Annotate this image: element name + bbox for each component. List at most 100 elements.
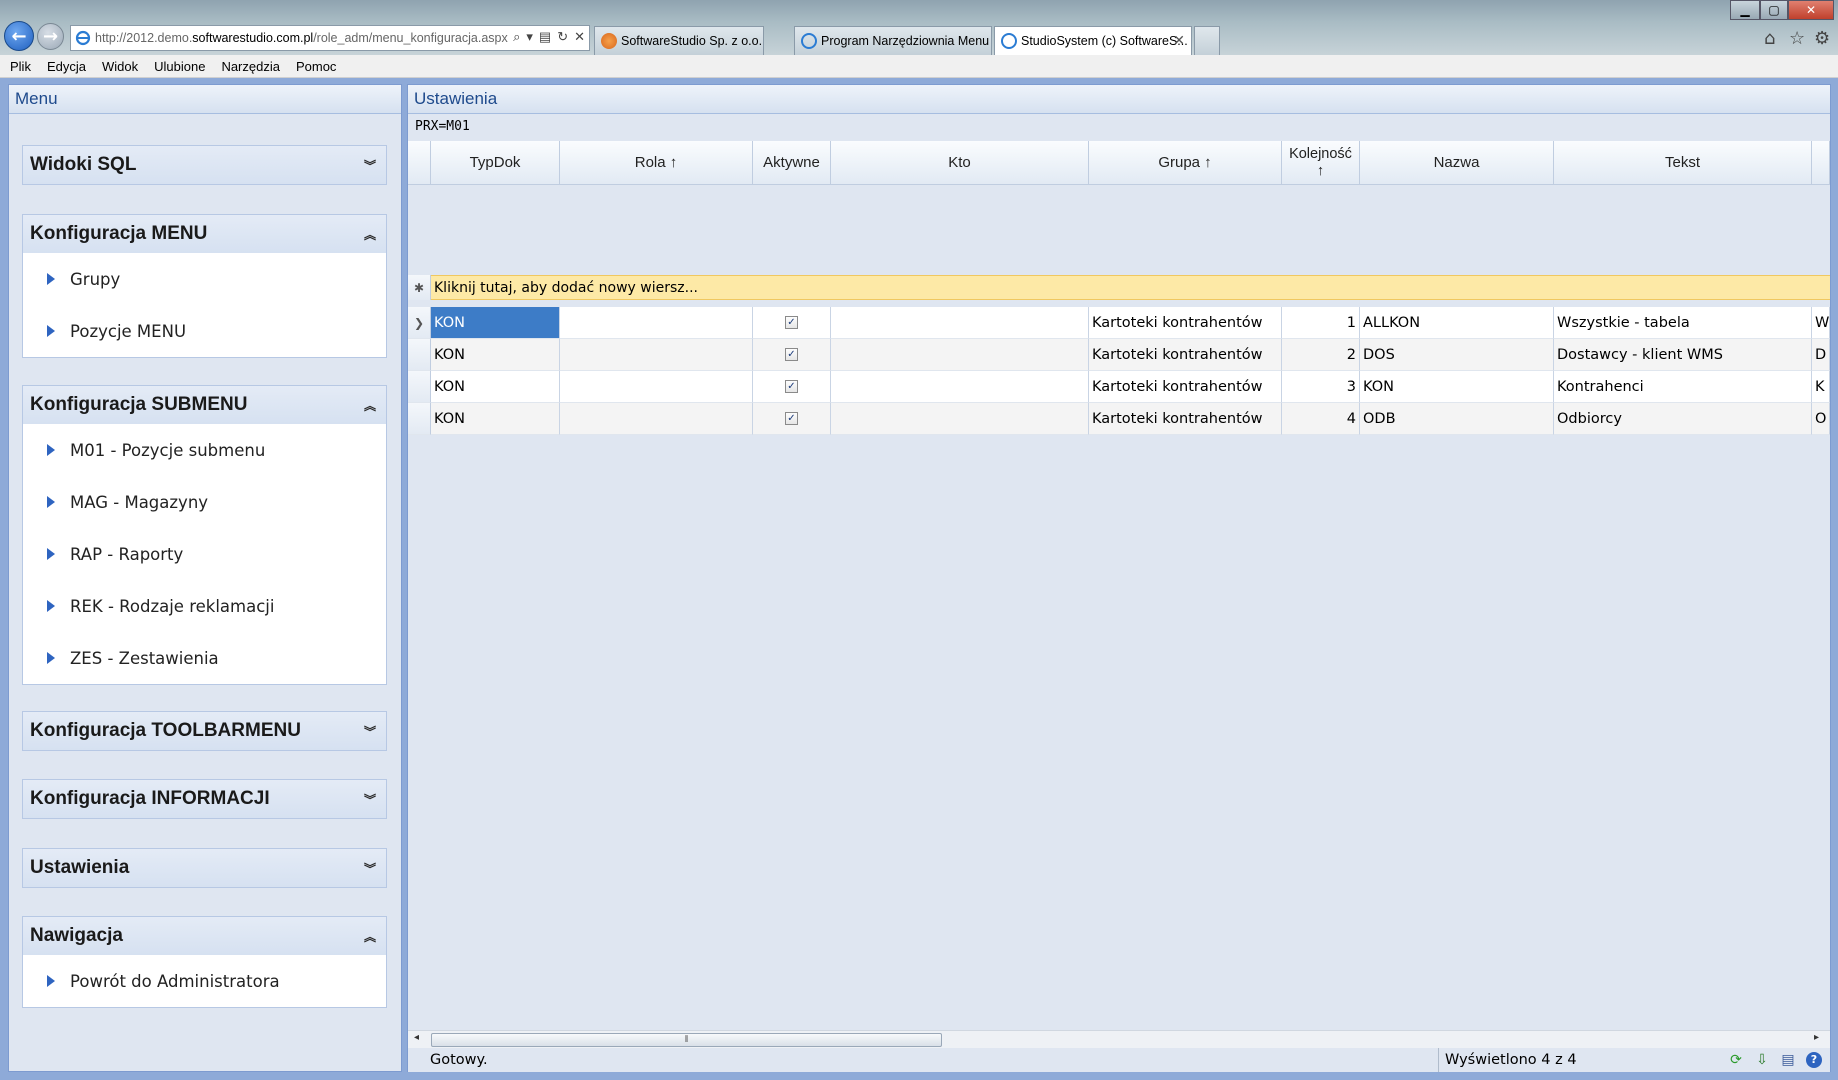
cell-grupa[interactable]: Kartoteki kontrahentów xyxy=(1089,371,1282,403)
table-row[interactable]: KON ✓ Kartoteki kontrahentów 4 ODB Odbio… xyxy=(408,403,1830,435)
sidebar-item-powrot[interactable]: Powrót do Administratora xyxy=(23,955,386,1007)
address-bar[interactable]: http://2012.demo. softwarestudio.com.pl/r… xyxy=(70,25,590,51)
cell-tekst[interactable]: Dostawcy - klient WMS xyxy=(1554,339,1812,371)
sidebar-item-grupy[interactable]: Grupy xyxy=(23,253,386,305)
group-header[interactable]: Widoki SQL ︾ xyxy=(23,146,386,184)
add-new-row[interactable]: ✱ Kliknij tutaj, aby dodać nowy wiersz..… xyxy=(408,275,1830,300)
cell-extra[interactable]: W xyxy=(1812,307,1830,339)
cell-aktywne[interactable]: ✓ xyxy=(753,371,831,403)
group-header[interactable]: Konfiguracja TOOLBARMENU ︾ xyxy=(23,712,386,750)
checkbox-checked[interactable]: ✓ xyxy=(785,316,798,329)
chevron-double-up-icon[interactable]: ︽ xyxy=(364,397,376,414)
chevron-double-down-icon[interactable]: ︾ xyxy=(364,723,376,740)
menu-ulubione[interactable]: Ulubione xyxy=(154,59,205,74)
menu-narzedzia[interactable]: Narzędzia xyxy=(221,59,280,74)
gear-icon[interactable]: ⚙ xyxy=(1814,28,1830,49)
refresh-icon[interactable]: ↻ xyxy=(557,29,568,45)
menu-pomoc[interactable]: Pomoc xyxy=(296,59,336,74)
cell-grupa[interactable]: Kartoteki kontrahentów xyxy=(1089,307,1282,339)
tab-studiosystem[interactable]: StudioSystem (c) SoftwareS... ✕ xyxy=(994,26,1192,55)
checkbox-checked[interactable]: ✓ xyxy=(785,412,798,425)
stop-icon[interactable]: ✕ xyxy=(574,29,585,45)
group-header[interactable]: Ustawienia ︾ xyxy=(23,849,386,887)
back-arrow-icon[interactable]: ← xyxy=(4,21,34,51)
dropdown-icon[interactable]: ▾ xyxy=(526,29,533,45)
compat-icon[interactable]: ▤ xyxy=(539,29,551,45)
row-selector[interactable] xyxy=(408,403,431,435)
scrollbar-thumb[interactable]: ⦀ xyxy=(431,1033,942,1047)
cell-rola[interactable] xyxy=(560,339,753,371)
cell-nazwa[interactable]: ALLKON xyxy=(1360,307,1554,339)
sidebar-item-mag[interactable]: MAG - Magazyny xyxy=(23,476,386,528)
cell-rola[interactable] xyxy=(560,403,753,435)
horizontal-scrollbar[interactable]: ◂ ⦀ ▸ xyxy=(408,1030,1830,1048)
table-row[interactable]: ❯ KON ✓ Kartoteki kontrahentów 1 ALLKON … xyxy=(408,307,1830,339)
column-header-rola[interactable]: Rola ↑ xyxy=(560,141,753,185)
cell-typdok[interactable]: KON xyxy=(431,403,560,435)
sidebar-item-zes[interactable]: ZES - Zestawienia xyxy=(23,632,386,684)
cell-kto[interactable] xyxy=(831,339,1089,371)
cell-grupa[interactable]: Kartoteki kontrahentów xyxy=(1089,339,1282,371)
export-icon[interactable]: ⇩ xyxy=(1754,1052,1770,1068)
table-row[interactable]: KON ✓ Kartoteki kontrahentów 3 KON Kontr… xyxy=(408,371,1830,403)
column-header-kto[interactable]: Kto xyxy=(831,141,1089,185)
cell-tekst[interactable]: Wszystkie - tabela xyxy=(1554,307,1812,339)
sidebar-item-rek[interactable]: REK - Rodzaje reklamacji xyxy=(23,580,386,632)
cell-rola[interactable] xyxy=(560,307,753,339)
cell-typdok[interactable]: KON xyxy=(431,307,560,339)
cell-kto[interactable] xyxy=(831,403,1089,435)
new-tab-button[interactable] xyxy=(1194,26,1220,55)
cell-typdok[interactable]: KON xyxy=(431,339,560,371)
cell-kto[interactable] xyxy=(831,371,1089,403)
minimize-button[interactable]: ▁ xyxy=(1730,0,1760,20)
checkbox-checked[interactable]: ✓ xyxy=(785,348,798,361)
cell-extra[interactable]: O xyxy=(1812,403,1830,435)
group-header[interactable]: Nawigacja ︽ xyxy=(23,917,386,955)
column-header-grupa[interactable]: Grupa ↑ xyxy=(1089,141,1282,185)
group-header[interactable]: Konfiguracja INFORMACJI ︾ xyxy=(23,780,386,818)
cell-kto[interactable] xyxy=(831,307,1089,339)
group-header[interactable]: Konfiguracja MENU ︽ xyxy=(23,215,386,253)
column-header-extra[interactable] xyxy=(1812,141,1830,185)
cell-typdok[interactable]: KON xyxy=(431,371,560,403)
cell-kolejnosc[interactable]: 4 xyxy=(1282,403,1360,435)
column-header-kolejnosc[interactable]: Kolejność ↑ xyxy=(1282,141,1360,185)
maximize-button[interactable]: ▢ xyxy=(1760,0,1788,20)
menu-widok[interactable]: Widok xyxy=(102,59,138,74)
checkbox-checked[interactable]: ✓ xyxy=(785,380,798,393)
refresh-icon[interactable]: ⟳ xyxy=(1728,1052,1744,1068)
print-icon[interactable]: ▤ xyxy=(1780,1052,1796,1068)
tab-narzedziownia[interactable]: Program Narzędziownia Menu xyxy=(794,26,992,55)
scroll-right-icon[interactable]: ▸ xyxy=(1814,1032,1819,1043)
sidebar-item-pozycje-menu[interactable]: Pozycje MENU xyxy=(23,305,386,357)
cell-nazwa[interactable]: DOS xyxy=(1360,339,1554,371)
row-selector[interactable] xyxy=(408,371,431,403)
cell-kolejnosc[interactable]: 1 xyxy=(1282,307,1360,339)
close-tab-icon[interactable]: ✕ xyxy=(1173,32,1185,49)
table-row[interactable]: KON ✓ Kartoteki kontrahentów 2 DOS Dosta… xyxy=(408,339,1830,371)
cell-tekst[interactable]: Kontrahenci xyxy=(1554,371,1812,403)
menu-plik[interactable]: Plik xyxy=(10,59,31,74)
tab-softwarestudio[interactable]: SoftwareStudio Sp. z o.o. prod... xyxy=(594,26,764,55)
cell-aktywne[interactable]: ✓ xyxy=(753,307,831,339)
home-icon[interactable]: ⌂ xyxy=(1764,28,1775,49)
cell-tekst[interactable]: Odbiorcy xyxy=(1554,403,1812,435)
search-icon[interactable]: ⌕ xyxy=(513,29,520,45)
favorites-star-icon[interactable]: ☆ xyxy=(1789,28,1805,49)
sidebar-item-rap[interactable]: RAP - Raporty xyxy=(23,528,386,580)
chevron-double-up-icon[interactable]: ︽ xyxy=(364,226,376,243)
chevron-double-down-icon[interactable]: ︾ xyxy=(364,157,376,174)
close-window-button[interactable]: ✕ xyxy=(1788,0,1834,20)
add-row-text[interactable]: Kliknij tutaj, aby dodać nowy wiersz... xyxy=(431,275,1830,300)
chevron-double-down-icon[interactable]: ︾ xyxy=(364,791,376,808)
cell-extra[interactable]: K xyxy=(1812,371,1830,403)
cell-rola[interactable] xyxy=(560,371,753,403)
column-header-typdok[interactable]: TypDok xyxy=(431,141,560,185)
help-icon[interactable]: ? xyxy=(1806,1052,1822,1068)
column-header-nazwa[interactable]: Nazwa xyxy=(1360,141,1554,185)
chevron-double-up-icon[interactable]: ︽ xyxy=(364,928,376,945)
cell-aktywne[interactable]: ✓ xyxy=(753,339,831,371)
cell-kolejnosc[interactable]: 3 xyxy=(1282,371,1360,403)
cell-grupa[interactable]: Kartoteki kontrahentów xyxy=(1089,403,1282,435)
cell-nazwa[interactable]: ODB xyxy=(1360,403,1554,435)
